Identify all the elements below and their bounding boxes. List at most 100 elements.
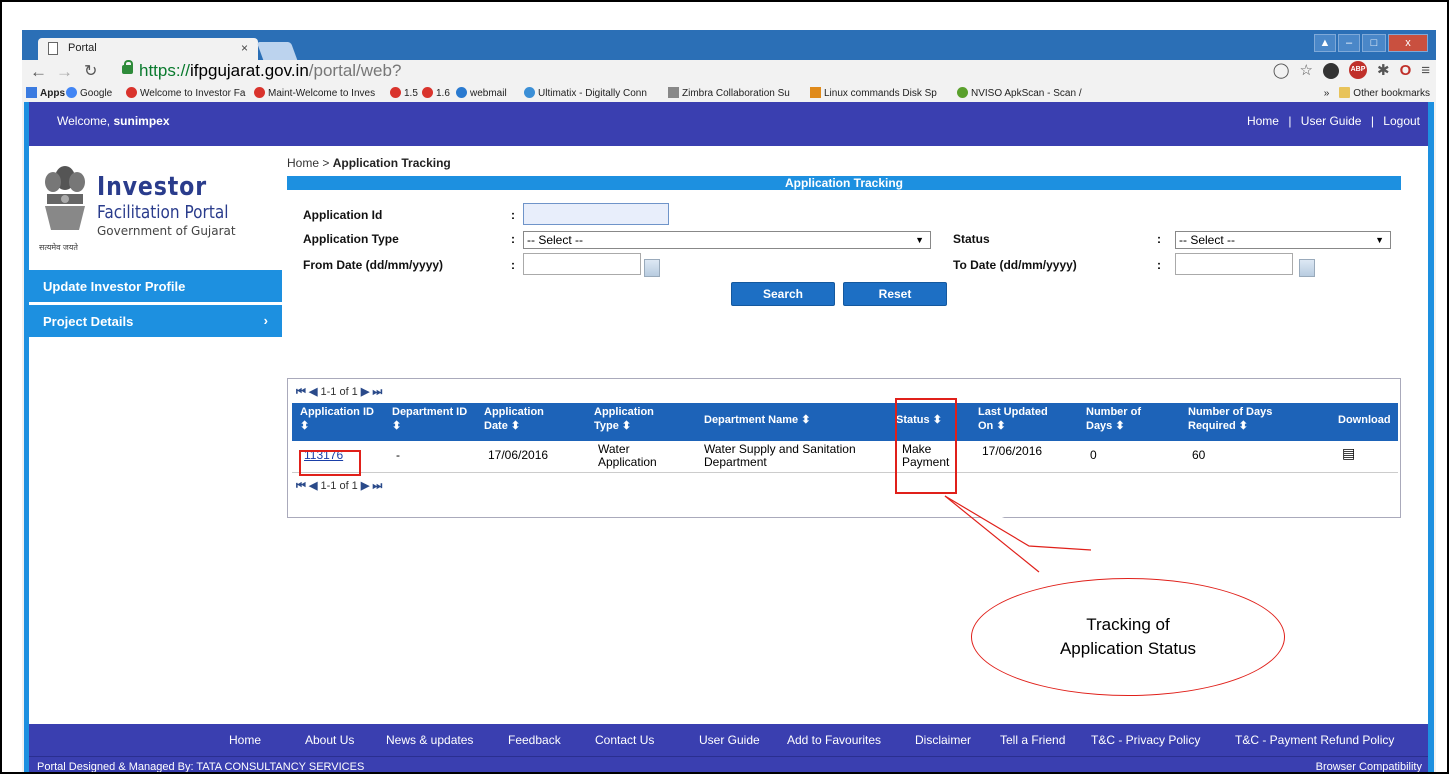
next-page-icon[interactable]: ▶ [361, 386, 369, 398]
sidebar-item-project-details[interactable]: Project Details › [29, 305, 282, 337]
shield-icon[interactable]: ◯ [1273, 61, 1290, 81]
footer-link-about[interactable]: About Us [305, 733, 354, 747]
column-header-days-required[interactable]: Number of Days Required ⬍ [1188, 405, 1292, 433]
logout-link[interactable]: Logout [1383, 114, 1420, 128]
footer-link-news[interactable]: News & updates [386, 733, 473, 747]
extension-circle-icon[interactable] [1322, 63, 1339, 79]
bookmark-1-5[interactable]: 1.5 [390, 87, 418, 99]
application-date-cell: 17/06/2016 [488, 448, 549, 462]
column-header-application-type[interactable]: Application Type ⬍ [594, 405, 666, 433]
bookmark-linux-commands[interactable]: Linux commands Disk Sp [810, 87, 937, 99]
adblock-icon[interactable]: ABP [1348, 61, 1367, 79]
to-date-label: To Date (dd/mm/yyyy) [953, 258, 1077, 272]
column-header-application-date[interactable]: Application Date ⬍ [484, 405, 564, 433]
footer-link-contact[interactable]: Contact Us [595, 733, 654, 747]
table-row: 113176 - 17/06/2016 Water Application Wa… [292, 441, 1398, 473]
footer-link-favourites[interactable]: Add to Favourites [787, 733, 881, 747]
chevron-right-icon: › [263, 313, 268, 328]
application-id-input[interactable] [523, 203, 669, 225]
to-date-input[interactable] [1175, 253, 1293, 275]
close-window-icon[interactable]: x [1388, 34, 1428, 52]
footer-link-user-guide[interactable]: User Guide [699, 733, 760, 747]
bookmark-1-6[interactable]: 1.6 [422, 87, 450, 99]
bookmarks-bar: Apps Google Welcome to Investor Fa Maint… [22, 84, 1436, 102]
user-icon[interactable]: ▲ [1314, 34, 1336, 52]
calendar-icon[interactable] [644, 259, 660, 277]
logo-motto: सत्यमेव जयते [39, 243, 78, 252]
bookmark-webmail[interactable]: webmail [456, 87, 507, 99]
next-page-icon[interactable]: ▶ [361, 480, 369, 492]
breadcrumb-home[interactable]: Home [287, 156, 319, 170]
footer-link-home[interactable]: Home [229, 733, 261, 747]
column-header-download: Download [1338, 414, 1391, 426]
reset-button[interactable]: Reset [843, 282, 947, 306]
annotation-line-2: Application Status [1059, 639, 1197, 658]
browser-tab[interactable]: Portal × [38, 38, 258, 60]
sort-icon[interactable]: ⬍ [996, 420, 1005, 432]
download-icon[interactable]: ▤ [1342, 446, 1355, 460]
new-tab-button[interactable] [256, 42, 298, 60]
column-header-application-id[interactable]: Application ID ⬍ [300, 405, 390, 433]
prev-page-icon[interactable]: ◀ [309, 480, 317, 492]
other-bookmarks[interactable]: » Other bookmarks [1324, 87, 1430, 99]
bookmark-ultimatix[interactable]: Ultimatix - Digitally Conn [524, 87, 647, 99]
search-button[interactable]: Search [731, 282, 835, 306]
bookmark-welcome-investor[interactable]: Welcome to Investor Fa [126, 87, 245, 99]
bookmark-nviso[interactable]: NVISO ApkScan - Scan / [957, 87, 1082, 99]
pager-top: ⏮ ◀ 1-1 of 1 ▶ ⏭ [296, 385, 382, 399]
opera-icon[interactable]: O [1400, 61, 1412, 81]
puzzle-icon[interactable]: ✱ [1377, 61, 1390, 81]
sidebar-item-update-profile[interactable]: Update Investor Profile [29, 270, 282, 302]
sort-icon[interactable]: ⬍ [1239, 420, 1248, 432]
portal-logo[interactable]: Investor Facilitation Portal Government … [35, 154, 275, 264]
column-header-number-of-days[interactable]: Number of Days ⬍ [1086, 405, 1156, 433]
window-controls: ▲ – □ x [1314, 34, 1428, 52]
screenshot-frame: Portal × ▲ – □ x ← → ↻ https://ifpgujara… [0, 0, 1449, 774]
sort-icon[interactable]: ⬍ [801, 414, 810, 426]
lock-icon [122, 60, 133, 74]
breadcrumb-separator: > [322, 156, 330, 170]
home-link[interactable]: Home [1247, 114, 1279, 128]
bookmark-apps[interactable]: Apps [26, 87, 65, 99]
sort-icon[interactable]: ⬍ [1115, 420, 1124, 432]
bookmark-zimbra[interactable]: Zimbra Collaboration Su [668, 87, 790, 99]
tab-close-icon[interactable]: × [241, 41, 248, 55]
first-page-icon[interactable]: ⏮ [296, 386, 306, 398]
maximize-icon[interactable]: □ [1362, 34, 1386, 52]
bookmark-maint-welcome[interactable]: Maint-Welcome to Inves [254, 87, 375, 99]
menu-icon[interactable]: ≡ [1421, 61, 1430, 81]
footer-link-disclaimer[interactable]: Disclaimer [915, 733, 971, 747]
from-date-input[interactable] [523, 253, 641, 275]
department-name-cell: Water Supply and Sanitation Department [704, 442, 856, 469]
tab-strip: Portal × ▲ – □ x [22, 30, 1436, 60]
forward-arrow-icon[interactable]: → [56, 62, 73, 82]
footer-link-privacy[interactable]: T&C - Privacy Policy [1091, 733, 1200, 747]
reload-icon[interactable]: ↻ [84, 62, 97, 82]
minimize-icon[interactable]: – [1338, 34, 1360, 52]
sort-icon[interactable]: ⬍ [300, 420, 309, 432]
department-id-cell: - [396, 448, 400, 462]
column-header-department-id[interactable]: Department ID ⬍ [392, 405, 482, 433]
bookmark-google[interactable]: Google [66, 87, 112, 99]
sort-icon[interactable]: ⬍ [622, 420, 631, 432]
footer-link-tell-friend[interactable]: Tell a Friend [1000, 733, 1065, 747]
last-page-icon[interactable]: ⏭ [372, 480, 382, 492]
sort-icon[interactable]: ⬍ [392, 420, 401, 432]
browser-compat-link[interactable]: Browser Compatibility [1316, 761, 1422, 772]
column-header-department-name[interactable]: Department Name ⬍ [704, 413, 874, 427]
url-field[interactable]: https://ifpgujarat.gov.in/portal/web? [139, 60, 401, 82]
last-page-icon[interactable]: ⏭ [372, 386, 382, 398]
column-header-last-updated[interactable]: Last Updated On ⬍ [978, 405, 1064, 433]
sidebar-item-label: Project Details [43, 314, 134, 329]
sort-icon[interactable]: ⬍ [511, 420, 520, 432]
first-page-icon[interactable]: ⏮ [296, 480, 306, 492]
user-guide-link[interactable]: User Guide [1301, 114, 1362, 128]
calendar-icon[interactable] [1299, 259, 1315, 277]
prev-page-icon[interactable]: ◀ [309, 386, 317, 398]
footer-link-feedback[interactable]: Feedback [508, 733, 561, 747]
status-select[interactable]: -- Select -- ▼ [1175, 231, 1391, 249]
back-arrow-icon[interactable]: ← [30, 62, 47, 82]
star-icon[interactable]: ☆ [1300, 61, 1313, 81]
application-type-select[interactable]: -- Select -- ▼ [523, 231, 931, 249]
footer-link-refund[interactable]: T&C - Payment Refund Policy [1235, 733, 1394, 747]
